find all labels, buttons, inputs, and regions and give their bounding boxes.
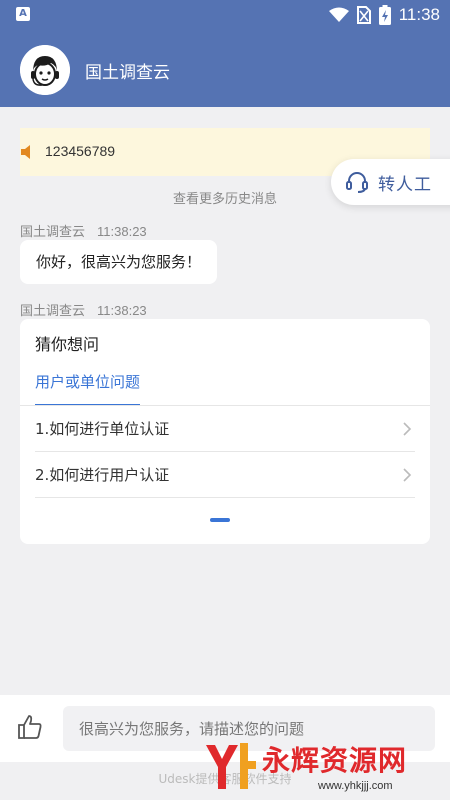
notice-text: 123456789 bbox=[45, 143, 116, 159]
page-indicator bbox=[210, 518, 230, 522]
status-bar: A 11:38 bbox=[0, 0, 450, 30]
faq-item-label: 1.如何进行单位认证 bbox=[35, 420, 170, 438]
faq-card: 猜你想问 用户或单位问题 1.如何进行单位认证 2.如何进行用户认证 bbox=[20, 319, 430, 544]
status-time: 11:38 bbox=[398, 5, 440, 24]
message-sender: 国土调查云 bbox=[20, 304, 86, 319]
faq-title: 猜你想问 bbox=[35, 335, 100, 354]
tab-user-or-unit-questions[interactable]: 用户或单位问题 bbox=[35, 371, 141, 406]
agent-headset-avatar-icon bbox=[20, 45, 70, 95]
watermark-text: 永辉资源网 bbox=[262, 744, 408, 777]
message-sender: 国土调查云 bbox=[20, 225, 86, 240]
message-meta: 国土调查云 11:38:23 bbox=[20, 300, 147, 319]
header-title: 国土调查云 bbox=[85, 63, 170, 83]
faq-item-label: 2.如何进行用户认证 bbox=[35, 466, 170, 484]
agent-avatar bbox=[20, 45, 70, 95]
message-time: 11:38:23 bbox=[97, 303, 147, 318]
chevron-right-icon bbox=[403, 468, 412, 482]
watermark: 永辉资源网 www.yhkjjj.com bbox=[200, 735, 450, 800]
wifi-icon bbox=[328, 7, 349, 22]
watermark-logo-icon bbox=[206, 743, 256, 789]
chevron-right-icon bbox=[403, 422, 412, 436]
thumbs-up-icon[interactable] bbox=[17, 714, 43, 740]
view-history-link[interactable]: 查看更多历史消息 bbox=[0, 188, 450, 207]
status-icons: 11:38 bbox=[328, 4, 440, 26]
no-sim-icon bbox=[356, 6, 371, 24]
watermark-url: www.yhkjjj.com bbox=[318, 780, 393, 792]
app-notification-icon: A bbox=[16, 7, 30, 21]
faq-item[interactable]: 2.如何进行用户认证 bbox=[35, 452, 415, 498]
battery-charging-icon bbox=[378, 5, 391, 25]
app-header: 国土调查云 bbox=[0, 30, 450, 107]
speaker-icon bbox=[21, 145, 30, 159]
message-bubble: 你好，很高兴为您服务！ bbox=[20, 240, 218, 284]
message-time: 11:38:23 bbox=[97, 224, 147, 239]
message-meta: 国土调查云 11:38:23 bbox=[20, 221, 147, 240]
faq-item[interactable]: 1.如何进行单位认证 bbox=[35, 406, 415, 452]
